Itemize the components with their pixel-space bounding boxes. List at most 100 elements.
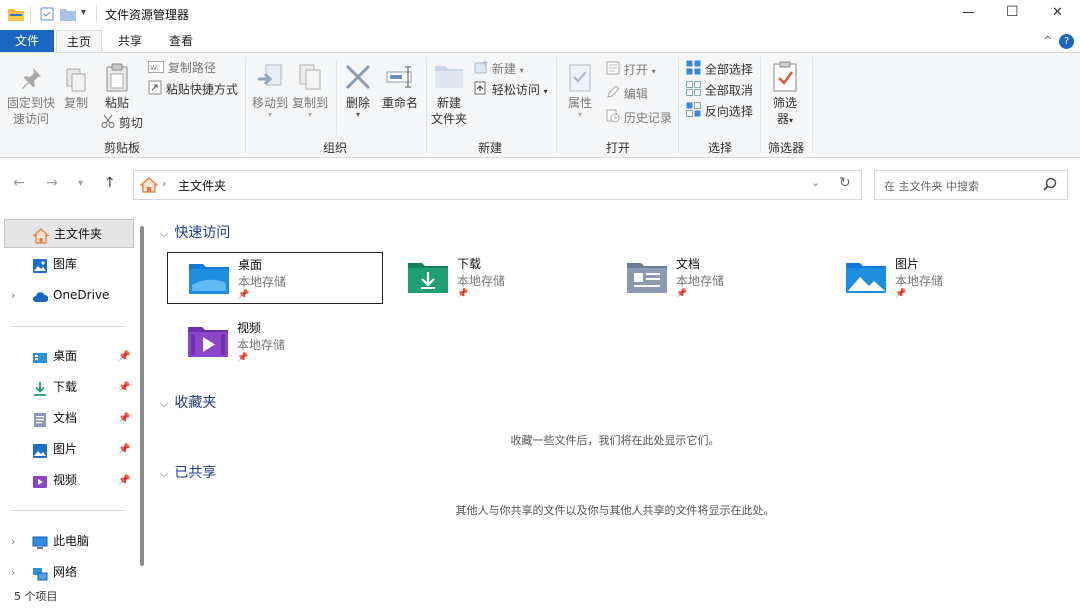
recent-locations-chevron-icon[interactable]: ▾	[78, 178, 83, 189]
expand-chevron-icon[interactable]: ›	[11, 281, 15, 310]
easy-access-button[interactable]: 轻松访问 ▾	[474, 81, 548, 99]
search-box[interactable]: 在 主文件夹 中搜索	[874, 170, 1068, 200]
select-none-button[interactable]: 全部取消	[686, 81, 753, 99]
collapse-chevron-icon: ⌵	[160, 467, 169, 480]
search-icon[interactable]	[1043, 177, 1057, 194]
pin-icon[interactable]: 📌	[118, 435, 130, 464]
shared-empty-message: 其他人与你共享的文件以及你与其他人共享的文件将显示在此处。	[455, 504, 775, 517]
ribbon-separator-inner	[336, 61, 337, 135]
title-divider-2	[96, 5, 97, 23]
sidebar-item-label: 下载	[53, 380, 78, 394]
tab-file[interactable]: 文件	[0, 30, 54, 52]
downloads-folder-icon	[407, 260, 449, 294]
move-to-dropdown-icon: ▾	[267, 110, 272, 119]
back-arrow-icon[interactable]: ←	[13, 175, 25, 191]
sidebar-item-gallery[interactable]: 图库	[4, 250, 134, 279]
invert-selection-button[interactable]: 反向选择	[686, 102, 753, 120]
pin-to-quick-access-button[interactable]: 固定到快 速访问	[4, 67, 58, 127]
tile-subtitle: 本地存储	[457, 274, 506, 288]
paste-button[interactable]: 粘贴	[98, 63, 136, 111]
copy-to-dropdown-icon: ▾	[307, 110, 312, 119]
address-bar[interactable]: › 主文件夹 ⌄ ↻	[133, 170, 862, 200]
tab-share[interactable]: 共享	[108, 30, 152, 52]
pin-icon[interactable]: 📌	[118, 466, 130, 495]
ribbon-separator	[760, 57, 761, 153]
sidebar-item-home[interactable]: 主文件夹	[4, 219, 134, 248]
sidebar-item-videos[interactable]: 视频 📌	[4, 466, 134, 495]
sidebar-item-label: 视频	[53, 473, 78, 487]
quick-access-header[interactable]: ⌵ 快速访问	[160, 222, 230, 242]
tile-subtitle: 本地存储	[895, 274, 944, 288]
pin-icon[interactable]: 📌	[118, 373, 130, 402]
select-all-button[interactable]: 全部选择	[686, 60, 753, 78]
close-button[interactable]: ✕	[1052, 5, 1063, 20]
title-bar: ▾ 文件资源管理器 — ☐ ✕	[0, 0, 1080, 30]
paste-shortcut-button[interactable]: 粘贴快捷方式	[148, 80, 238, 98]
sidebar-item-this-pc[interactable]: › 此电脑	[4, 527, 134, 556]
minimize-button[interactable]: —	[962, 5, 975, 20]
quick-access-tile-desktop[interactable]: 桌面 本地存储 📌	[167, 252, 383, 304]
pin-icon[interactable]: 📌	[118, 342, 130, 371]
sidebar-item-downloads[interactable]: 下载 📌	[4, 373, 134, 402]
quick-access-tile-downloads[interactable]: 下载 本地存储 📌	[387, 252, 603, 304]
select-all-icon	[686, 60, 701, 80]
rename-button[interactable]: 重命名	[378, 63, 422, 111]
folder-app-icon	[8, 7, 24, 21]
copy-button[interactable]: 复制	[60, 67, 92, 111]
favorites-header[interactable]: ⌵ 收藏夹	[160, 392, 216, 412]
breadcrumb[interactable]: 主文件夹	[178, 177, 226, 194]
ribbon: 固定到快 速访问 复制 粘贴 W: 复制路径 粘贴快捷方式 剪切 剪贴板 移动到…	[0, 52, 1080, 158]
favorites-empty-message: 收藏一些文件后，我们将在此处显示它们。	[510, 434, 720, 447]
expand-chevron-icon[interactable]: ›	[11, 527, 15, 556]
new-folder-label-line2: 文件夹	[430, 112, 467, 126]
quick-access-dropdown-icon[interactable]: ▾	[81, 7, 86, 18]
open-button[interactable]: 打开 ▾	[606, 61, 656, 79]
edit-button[interactable]: 编辑	[606, 85, 648, 103]
quick-access-tile-videos[interactable]: 视频 本地存储 📌	[167, 316, 383, 368]
copy-path-icon: W:	[148, 60, 164, 78]
quick-access-tile-documents[interactable]: 文档 本地存储 📌	[606, 252, 822, 304]
move-to-button[interactable]: 移动到 ▾	[250, 63, 290, 119]
maximize-button[interactable]: ☐	[1006, 4, 1019, 20]
tab-view[interactable]: 查看	[158, 30, 204, 52]
ribbon-separator	[556, 57, 557, 153]
new-folder-quick-icon[interactable]	[60, 7, 76, 24]
scissors-icon	[101, 114, 115, 133]
quick-access-tile-pictures[interactable]: 图片 本地存储 📌	[825, 252, 1041, 304]
history-button[interactable]: 历史记录	[606, 109, 672, 127]
help-icon[interactable]: ?	[1059, 34, 1074, 49]
new-item-icon	[474, 60, 488, 79]
pin-label-line1: 固定到快	[6, 96, 55, 110]
up-arrow-icon[interactable]: ↑	[104, 175, 116, 191]
properties-button[interactable]: 属性 ▾	[562, 63, 598, 119]
search-input[interactable]: 在 主文件夹 中搜索	[884, 178, 979, 194]
pin-icon: 📌	[457, 289, 469, 299]
copy-to-button[interactable]: 复制到 ▾	[290, 63, 330, 119]
new-item-label: 新建	[491, 62, 516, 76]
forward-arrow-icon[interactable]: →	[46, 175, 58, 191]
shared-header[interactable]: ⌵ 已共享	[160, 462, 216, 482]
delete-button[interactable]: 删除 ▾	[342, 63, 374, 119]
copy-path-button[interactable]: W: 复制路径	[148, 59, 216, 77]
tab-home[interactable]: 主页	[56, 30, 102, 52]
sidebar-item-onedrive[interactable]: › OneDrive	[4, 281, 134, 310]
new-item-button[interactable]: 新建 ▾	[474, 60, 524, 78]
videos-folder-icon	[187, 324, 229, 358]
new-group-label: 新建	[477, 141, 502, 155]
sidebar-scrollbar[interactable]	[140, 226, 144, 566]
cut-button[interactable]: 剪切	[101, 114, 143, 132]
filter-button[interactable]: 筛选 器▾	[766, 61, 804, 129]
new-folder-label-line1: 新建	[436, 96, 461, 110]
new-folder-button[interactable]: 新建 文件夹	[428, 63, 470, 127]
sidebar-item-desktop[interactable]: 桌面 📌	[4, 342, 134, 371]
address-dropdown-icon[interactable]: ⌄	[811, 176, 820, 189]
sidebar-item-documents[interactable]: 文档 📌	[4, 404, 134, 433]
sidebar-item-label: 此电脑	[53, 534, 90, 548]
sidebar-item-pictures[interactable]: 图片 📌	[4, 435, 134, 464]
pin-icon[interactable]: 📌	[118, 404, 130, 433]
collapse-ribbon-icon[interactable]: ^	[1043, 34, 1052, 47]
pin-icon	[4, 67, 58, 95]
refresh-icon[interactable]: ↻	[839, 175, 851, 191]
properties-quick-icon[interactable]	[40, 7, 54, 24]
properties-label: 属性	[567, 96, 592, 110]
